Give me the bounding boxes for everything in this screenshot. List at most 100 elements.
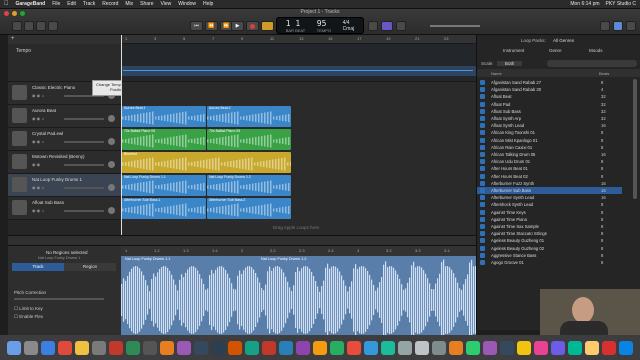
pitch-correction-slider[interactable] (14, 298, 104, 300)
track-pan-knob[interactable] (108, 184, 115, 191)
loop-list-item[interactable]: Against Time Sax Sample 8 (477, 223, 622, 230)
track-volume-slider[interactable] (64, 187, 104, 189)
dock-app-icon[interactable] (75, 340, 89, 355)
col-beats[interactable]: Beats (599, 71, 609, 76)
dock-app-icon[interactable] (449, 340, 463, 355)
track-row-motown-revisited[interactable]: Motown Revisited (Benny) ◉ ◉ (8, 151, 121, 174)
loop-list-item[interactable]: Afterburner Fuzz Synth 16 (477, 180, 622, 187)
loop-list-item[interactable]: Afloat Synth Lead 16 (477, 122, 622, 129)
smart-controls-button[interactable] (36, 21, 46, 31)
enable-flex-checkbox[interactable]: ☐ Enable Flex (14, 314, 43, 320)
menu-record[interactable]: Record (102, 1, 118, 7)
loop-list-item[interactable]: Against Time Keys 8 (477, 209, 622, 216)
region[interactable]: Afterburner Sub Bass.2 (207, 198, 291, 219)
mute-solo-icons[interactable]: ◉ ◉ ♫ (32, 93, 44, 98)
loop-pack-select[interactable]: All Genres (553, 38, 574, 43)
loop-list-item[interactable]: Agogo Groove 01 8 (477, 259, 622, 266)
dock-app-icon[interactable] (7, 340, 21, 355)
tracks-area[interactable]: 1 3 5 7 9 11 13 15 17 19 21 23 Aurora Beat.1 Aurora … (121, 35, 476, 235)
mute-solo-icons[interactable]: ◉ ◉ (32, 162, 40, 167)
dock-app-icon[interactable] (483, 340, 497, 355)
track-pan-knob[interactable] (108, 161, 115, 168)
dock-app-icon[interactable] (228, 340, 242, 355)
mute-solo-icons[interactable]: ◉ ◉ ♫ (32, 116, 44, 121)
minimize-window-button[interactable] (12, 11, 17, 16)
tab-moods[interactable]: Moods (589, 48, 603, 53)
dock-app-icon[interactable] (330, 340, 344, 355)
dock-app-icon[interactable] (585, 340, 599, 355)
loop-list-item[interactable]: After Hours Beat 02 8 (477, 173, 622, 180)
loop-list-item[interactable]: African Udu Drum 01 8 (477, 158, 622, 165)
loop-list-item[interactable]: After Hours Beat 01 8 (477, 165, 622, 172)
region[interactable]: Nat Loop Funky Drums 1.1 (122, 175, 206, 196)
loop-list-item[interactable]: African King Toonshi 01 8 (477, 129, 622, 136)
tab-genre[interactable]: Genre (549, 48, 562, 53)
track-volume-slider[interactable] (64, 164, 104, 166)
loop-list-item[interactable]: Aftershock Synth Lead 8 (477, 201, 622, 208)
loop-list-item[interactable]: African Mist Kpanlogo 01 8 (477, 137, 622, 144)
help-button[interactable] (24, 21, 34, 31)
menu-file[interactable]: File (52, 1, 60, 7)
menu-view[interactable]: View (161, 1, 172, 7)
loop-list-item[interactable]: Afloat Pad 32 (477, 101, 622, 108)
loop-list-item[interactable]: Afganistan Sand Rabab 30 4 (477, 86, 622, 93)
region[interactable]: Aurora Beat.2 (207, 106, 291, 127)
apple-menu-icon[interactable]:  (4, 1, 9, 7)
menu-share[interactable]: Share (140, 1, 153, 7)
dock-app-icon[interactable] (381, 340, 395, 355)
dock-app-icon[interactable] (364, 340, 378, 355)
metronome-button[interactable] (396, 21, 406, 31)
dock-app-icon[interactable] (313, 340, 327, 355)
count-in-button[interactable] (381, 21, 393, 31)
track-row-aurora-beat[interactable]: Aurora Beat ◉ ◉ ♫ (8, 105, 121, 128)
tempo-track-header[interactable]: Tempo (8, 44, 121, 82)
zoom-window-button[interactable] (20, 11, 25, 16)
loop-list-item[interactable]: Afloat Synth Arp 32 (477, 115, 622, 122)
editors-button[interactable] (48, 21, 58, 31)
editor-ruler[interactable]: 1 1.2 1.3 1.4 2 2.2 2.3 2.4 3 3.2 3.3 3.4 (121, 246, 476, 256)
loop-list-item[interactable]: Ageless Beauty Guzheng 02 8 (477, 245, 622, 252)
col-name[interactable]: Name (491, 71, 502, 76)
lcd-display[interactable]: 1 1 BAR BEAT 95 TEMPO 4/4 Cmaj (276, 17, 364, 34)
scale-select[interactable]: Both (497, 61, 523, 66)
dock-app-icon[interactable] (24, 340, 38, 355)
dock-app-icon[interactable] (143, 340, 157, 355)
loop-list-item[interactable]: Aggressive Stance Bass 8 (477, 252, 622, 259)
loop-list-item[interactable]: African Rain Caxixi 01 8 (477, 144, 622, 151)
loop-list-item[interactable]: Against Time Staccato Strings 8 (477, 230, 622, 237)
editor-waveform[interactable]: Nat Loop Funky Drums 1.1 Nat Loop Funky … (121, 256, 476, 336)
mute-solo-icons[interactable]: ◉ ◉ ♫ (32, 208, 44, 213)
tab-region[interactable]: Region (64, 263, 116, 271)
media-browser-button[interactable] (626, 21, 636, 31)
track-row-crystal-pad[interactable]: Crystal Pad.ewl ◉ ◉ ♫ (8, 128, 121, 151)
dock-app-icon[interactable] (296, 340, 310, 355)
tuner-button[interactable] (368, 21, 378, 31)
cycle-button[interactable] (261, 21, 274, 31)
dock-app-icon[interactable] (92, 340, 106, 355)
loop-list-item[interactable]: Afterburner Synth Lead 16 (477, 194, 622, 201)
record-button[interactable] (246, 21, 259, 31)
limit-to-key-checkbox[interactable]: ☐ Limit to Key (14, 306, 43, 312)
clock[interactable]: Mon 6:14 pm (570, 1, 599, 7)
dock-app-icon[interactable] (262, 340, 276, 355)
add-track-button[interactable]: + (11, 36, 15, 42)
region[interactable]: 70s Ballad Piano 05 (122, 129, 206, 150)
notepad-button[interactable] (600, 21, 610, 31)
menu-track[interactable]: Track (83, 1, 95, 7)
dock-app-icon[interactable] (500, 340, 514, 355)
loop-list-item[interactable]: Afloat Sub Bass 32 (477, 108, 622, 115)
dock-app-icon[interactable] (466, 340, 480, 355)
track-row-afloat-sub-bass[interactable]: Afloat Sub Bass ◉ ◉ ♫ (8, 197, 121, 220)
track-volume-slider[interactable] (64, 210, 104, 212)
dock-app-icon[interactable] (126, 340, 140, 355)
region[interactable]: Afterburner Sub Bass.1 (122, 198, 206, 219)
dock-app-icon[interactable] (279, 340, 293, 355)
track-volume-slider[interactable] (64, 141, 104, 143)
library-button[interactable] (12, 21, 22, 31)
dock-app-icon[interactable] (194, 340, 208, 355)
tab-track[interactable]: Track (12, 263, 64, 271)
dock-app-icon[interactable] (517, 340, 531, 355)
app-menu[interactable]: GarageBand (16, 1, 46, 7)
tab-instrument[interactable]: Instrument (503, 48, 524, 53)
rewind-button[interactable]: ⏪ (205, 21, 218, 31)
